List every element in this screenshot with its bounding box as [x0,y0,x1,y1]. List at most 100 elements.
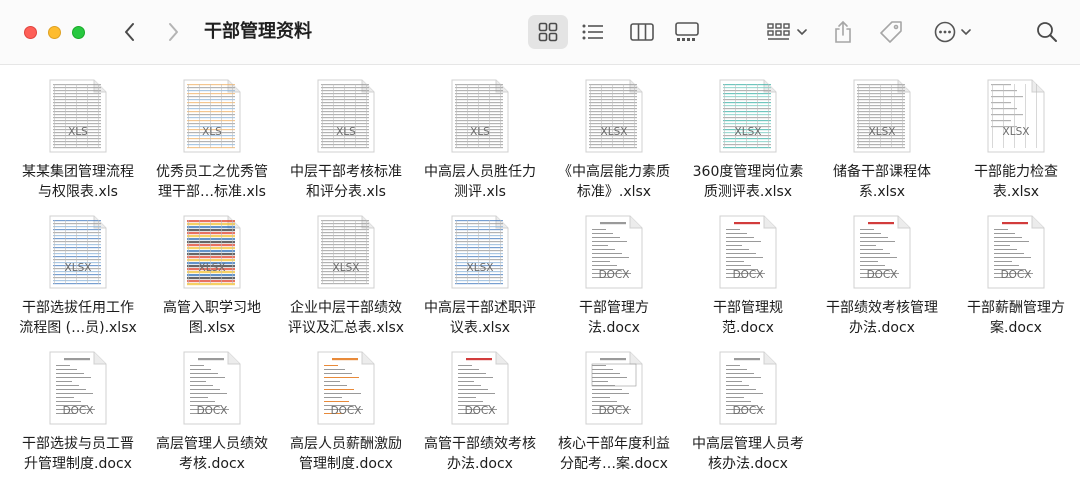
tag-button[interactable] [875,15,907,49]
file-name-label: 储备干部课程体 系.xlsx [833,164,931,200]
file-thumbnail-icon: DOCX [584,214,644,290]
search-button[interactable] [1032,15,1062,49]
file-item[interactable]: XLSX 干部能力检查 表.xlsx [949,78,1080,208]
file-extension-label: DOCX [599,269,630,281]
file-name-label: 中层干部考核标准 和评分表.xls [290,164,402,200]
file-item[interactable]: XLS 某某集团管理流程 与权限表.xls [11,78,145,208]
file-item[interactable]: XLSX 干部选拔任用工作 流程图 (…员).xlsx [11,214,145,344]
gallery-view-button[interactable] [667,15,707,49]
file-extension-label: DOCX [867,269,898,281]
file-item[interactable]: DOCX 干部选拔与员工晋 升管理制度.docx [11,350,145,480]
file-name-label: 核心干部年度利益 分配考…案.docx [558,436,670,472]
file-extension-label: XLSX [467,262,494,274]
more-actions-button[interactable] [928,15,976,49]
file-name-label: 干部能力检查 表.xlsx [974,164,1058,200]
file-extension-label: DOCX [733,405,764,417]
file-extension-label: DOCX [733,269,764,281]
file-item[interactable]: DOCX 干部管理规 范.docx [681,214,815,344]
file-thumbnail-icon: XLSX [316,214,376,290]
file-extension-label: XLS [68,126,88,138]
window-title: 干部管理资料 [204,21,312,42]
file-extension-label: XLSX [601,126,628,138]
file-name-label: 干部绩效考核管理 办法.docx [826,300,938,336]
file-name-label: 优秀员工之优秀管 理干部…标准.xls [156,164,268,200]
file-extension-label: XLSX [869,126,896,138]
zoom-window-button[interactable] [72,26,85,39]
file-name-label: 中高层人员胜任力 测评.xls [424,164,536,200]
group-icon [767,22,791,42]
file-name-label: 干部管理规 范.docx [713,300,783,336]
column-view-button[interactable] [622,15,662,49]
more-icon [934,21,956,43]
back-icon [123,22,137,42]
chevron-down-icon [960,28,971,36]
gallery-view-icon [675,22,699,42]
file-item[interactable]: XLSX 《中高层能力素质 标准》.xlsx [547,78,681,208]
file-thumbnail-icon: DOCX [584,350,644,426]
file-thumbnail-icon: XLSX [718,78,778,154]
share-button[interactable] [828,15,858,49]
finder-window: 干部管理资料 XLS 某某集团管理流程 与权限表.xls XLS 优秀员工之优秀… [0,0,1080,499]
forward-icon [166,22,180,42]
minimize-window-button[interactable] [48,26,61,39]
file-item[interactable]: XLSX 360度管理岗位素 质测评表.xlsx [681,78,815,208]
file-extension-label: XLSX [735,126,762,138]
file-extension-label: DOCX [1001,269,1032,281]
file-item[interactable]: DOCX 高层人员薪酬激励 管理制度.docx [279,350,413,480]
file-thumbnail-icon: XLS [450,78,510,154]
file-item[interactable]: DOCX 干部绩效考核管理 办法.docx [815,214,949,344]
file-thumbnail-icon: DOCX [718,214,778,290]
close-window-button[interactable] [24,26,37,39]
file-item[interactable]: DOCX 高管干部绩效考核 办法.docx [413,350,547,480]
file-extension-label: DOCX [599,405,630,417]
file-thumbnail-icon: XLS [316,78,376,154]
chevron-down-icon [797,28,807,36]
file-item[interactable]: DOCX 中高层管理人员考 核办法.docx [681,350,815,480]
back-button[interactable] [117,18,143,46]
file-name-label: 《中高层能力素质 标准》.xlsx [558,164,670,200]
icon-view-button[interactable] [528,15,568,49]
file-name-label: 高层管理人员绩效 考核.docx [156,436,268,472]
file-item[interactable]: XLS 中层干部考核标准 和评分表.xls [279,78,413,208]
file-thumbnail-icon: XLSX [450,214,510,290]
file-name-label: 干部选拔与员工晋 升管理制度.docx [22,436,134,472]
file-thumbnail-icon: DOCX [182,350,242,426]
file-extension-label: XLSX [65,262,92,274]
file-extension-label: XLSX [1003,126,1030,138]
file-thumbnail-icon: DOCX [48,350,108,426]
file-name-label: 企业中层干部绩效 评议及汇总表.xlsx [287,300,405,336]
file-thumbnail-icon: XLSX [852,78,912,154]
tag-icon [879,20,903,44]
file-extension-label: XLSX [333,262,360,274]
file-extension-label: DOCX [197,405,228,417]
file-item[interactable]: XLS 优秀员工之优秀管 理干部…标准.xls [145,78,279,208]
file-item[interactable]: DOCX 核心干部年度利益 分配考…案.docx [547,350,681,480]
file-thumbnail-icon: DOCX [986,214,1046,290]
file-extension-label: XLS [470,126,490,138]
file-item[interactable]: XLSX 中高层干部述职评 议表.xlsx [413,214,547,344]
file-name-label: 干部管理方 法.docx [579,300,649,336]
file-thumbnail-icon: DOCX [718,350,778,426]
file-item[interactable]: DOCX 干部管理方 法.docx [547,214,681,344]
list-view-button[interactable] [573,15,613,49]
file-item[interactable]: XLSX 储备干部课程体 系.xlsx [815,78,949,208]
toolbar: 干部管理资料 [0,0,1080,65]
group-by-button[interactable] [762,15,812,49]
file-extension-label: DOCX [331,405,362,417]
file-extension-label: XLSX [199,262,226,274]
search-icon [1036,21,1058,43]
file-item[interactable]: XLS 中高层人员胜任力 测评.xls [413,78,547,208]
file-item[interactable]: XLSX 企业中层干部绩效 评议及汇总表.xlsx [279,214,413,344]
file-item[interactable]: DOCX 干部薪酬管理方 案.docx [949,214,1080,344]
file-thumbnail-icon: DOCX [316,350,376,426]
forward-button[interactable] [160,18,186,46]
icon-view-icon [538,22,558,42]
file-thumbnail-icon: DOCX [450,350,510,426]
file-item[interactable]: DOCX 高层管理人员绩效 考核.docx [145,350,279,480]
file-name-label: 中高层干部述职评 议表.xlsx [424,300,536,336]
file-thumbnail-icon: XLS [48,78,108,154]
file-name-label: 360度管理岗位素 质测评表.xlsx [692,164,804,200]
file-extension-label: DOCX [63,405,94,417]
file-item[interactable]: XLSX 高管入职学习地 图.xlsx [145,214,279,344]
file-extension-label: DOCX [465,405,496,417]
